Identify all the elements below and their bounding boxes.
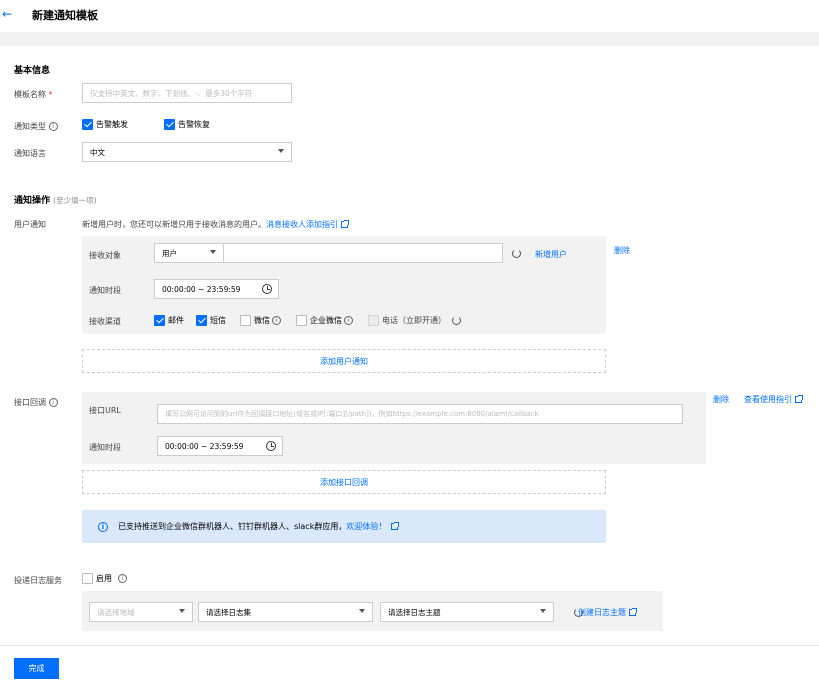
callback-url-input[interactable]: 填写公网可访问到的url作为回调接口地址(域名或IP[:端口][/path])，… [157,404,683,424]
callback-period-label: 通知时段 [89,443,121,452]
callback-delete-link[interactable]: 删除 [713,394,729,405]
add-user-notify-button[interactable]: 添加用户通知 [82,349,606,373]
back-arrow-icon[interactable]: ← [2,7,12,21]
basic-section-title: 基本信息 [14,66,51,76]
user-notify-label: 用户通知 [14,220,46,229]
channel-sms-checkbox[interactable]: 短信 [196,315,226,326]
recipient-label: 接收对象 [89,251,121,260]
type-alarm-trigger-checkbox[interactable]: 告警触发 [82,119,128,130]
user-notify-delete-link[interactable]: 删除 [614,245,630,256]
caret-down-icon [210,250,216,254]
info-notice: i 已支持推送到企业微信群机器人、钉钉群机器人、slack群应用， 欢迎体验！ [82,510,606,543]
add-user-link[interactable]: 新增用户 [535,249,567,260]
user-guide-link[interactable]: 消息接收人添加指引 [266,220,338,229]
channel-email-checkbox[interactable]: 邮件 [154,315,184,326]
caret-down-icon [278,149,284,153]
callback-label: 接口回调 i [14,397,58,408]
external-link-icon [341,220,349,228]
notice-link[interactable]: 欢迎体验！ [346,521,386,532]
info-icon: i [344,316,353,325]
external-link-icon [629,608,637,616]
info-icon: i [272,316,281,325]
checkbox-unchecked-icon [296,315,307,326]
region-select[interactable]: 请选择地域 [89,602,193,622]
log-enable-checkbox[interactable]: 启用 i [82,573,127,584]
checkbox-checked-icon [196,315,207,326]
create-log-topic-link[interactable]: 创建日志主题 [578,607,637,618]
info-icon: i [48,122,58,131]
submit-button[interactable]: 完成 [14,658,59,679]
header-divider-band [0,32,819,46]
caret-down-icon [179,609,185,613]
page-title: 新建通知模板 [32,9,98,22]
log-topic-select[interactable]: 请选择日志主题 [380,602,554,622]
checkbox-disabled-icon [368,315,379,326]
type-alarm-recover-checkbox[interactable]: 告警恢复 [164,119,210,130]
notify-lang-select[interactable]: 中文 [82,142,292,162]
period-label: 通知时段 [89,286,121,295]
channel-wecom-checkbox[interactable]: 企业微信 i [296,315,353,326]
logset-select[interactable]: 请选择日志集 [198,602,373,622]
callback-period-input[interactable]: 00:00:00 ~ 23:59:59 [157,436,283,456]
callback-guide-link[interactable]: 查看使用指引 [744,394,803,405]
checkbox-unchecked-icon [240,315,251,326]
user-notify-desc: 新增用户时，您还可以新增只用于接收消息的用户。消息接收人添加指引 [82,219,349,230]
clock-icon [262,284,272,294]
checkbox-checked-icon [164,119,175,130]
external-link-icon [391,522,400,530]
period-input[interactable]: 00:00:00 ~ 23:59:59 [154,279,279,299]
notify-lang-label: 通知语言 [14,149,46,158]
recipient-type-select[interactable]: 用户 [154,243,224,263]
external-link-icon [795,395,803,403]
ops-section-title: 通知操作 (至少填一项) [14,196,97,206]
callback-url-label: 接口URL [89,406,121,415]
checkbox-unchecked-icon [82,573,93,584]
checkbox-checked-icon [154,315,165,326]
refresh-icon [452,316,461,325]
channel-phone-checkbox: 电话（立即开通） [368,315,461,326]
channel-wechat-checkbox[interactable]: 微信 i [240,315,281,326]
info-circle-icon: i [98,521,108,532]
template-name-label: 模板名称 * [14,90,53,99]
checkbox-checked-icon [82,119,93,130]
recipient-input[interactable] [223,243,503,263]
template-name-input[interactable]: 仅支持中英文、数字、下划线、-、最多30个字符 [82,83,292,103]
caret-down-icon [359,609,365,613]
add-callback-button[interactable]: 添加接口回调 [82,470,606,494]
caret-down-icon [540,609,546,613]
channel-label: 接收渠道 [89,317,121,326]
log-service-label: 投递日志服务 [14,576,62,585]
clock-icon [266,441,276,451]
footer-divider [0,645,819,646]
info-icon: i [118,574,127,583]
refresh-icon[interactable] [512,249,521,258]
info-icon: i [48,398,58,407]
notify-type-label: 通知类型 i [14,121,58,132]
